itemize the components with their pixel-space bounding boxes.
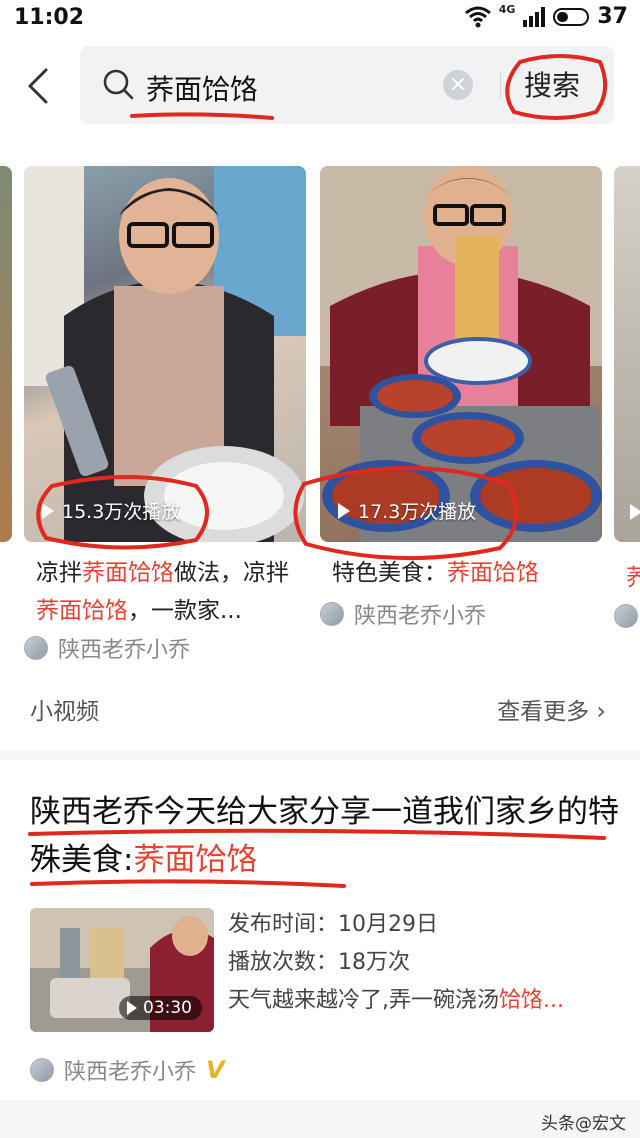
avatar <box>320 602 344 626</box>
play-count-text: 17.3万次播放 <box>358 501 477 523</box>
video-thumbnail-partial-left[interactable] <box>0 166 12 542</box>
see-more-link[interactable]: 查看更多 › <box>497 692 606 726</box>
video-title[interactable]: 特色美食：荞面饸饹 <box>332 554 602 592</box>
play-icon <box>42 502 54 519</box>
play-icon <box>630 504 640 520</box>
avatar <box>24 636 48 660</box>
duration-text: 03:30 <box>143 998 192 1018</box>
clear-icon[interactable]: × <box>443 70 473 100</box>
search-button[interactable]: 搜索 <box>524 64 580 104</box>
video-thumbnail-image <box>320 166 602 542</box>
watermark: 头条@宏文 <box>541 1114 626 1134</box>
author-name: 陕西老乔小乔 <box>354 604 487 629</box>
video-article-card[interactable]: 陕西老乔今天给大家分享一道我们家乡的特殊美食:荞面饸饹 03:30 发布时间：1… <box>0 760 640 1100</box>
back-arrow-icon[interactable] <box>22 66 58 106</box>
article-title[interactable]: 陕西老乔今天给大家分享一道我们家乡的特殊美食:荞面饸饹 <box>30 788 620 884</box>
verified-badge-icon: V <box>206 1056 225 1084</box>
status-time: 11:02 <box>14 5 85 30</box>
battery-icon <box>553 7 590 26</box>
play-icon <box>338 502 350 519</box>
video-author[interactable]: 陕西老乔小乔 <box>24 632 190 664</box>
see-more-text: 查看更多 <box>497 699 590 725</box>
play-count: 17.3万次播放 <box>338 497 476 524</box>
search-header: 荞面饸饹 × 搜索 <box>0 36 640 136</box>
author-name: 陕西老乔小乔 <box>58 638 191 663</box>
publish-time: 发布时间：10月29日 <box>228 912 438 937</box>
video-author[interactable]: 陕西老乔小乔 <box>320 598 486 630</box>
chevron-right-icon: › <box>596 697 606 725</box>
play-count-text: 15.3万次播放 <box>62 501 181 523</box>
wifi-icon <box>464 6 491 27</box>
signal-icon <box>523 6 546 27</box>
avatar <box>614 604 638 628</box>
video-duration: 03:30 <box>119 996 202 1020</box>
author-name: 陕西老乔小乔 <box>64 1060 197 1085</box>
video-title[interactable]: 凉拌荞面饸饹做法，凉拌荞面饸饹，一款家... <box>36 554 300 630</box>
search-input[interactable]: 荞面饸饹 × 搜索 <box>80 46 614 124</box>
small-video-section: 15.3万次播放 17.3万次播放 凉拌荞面饸饹做法，凉拌荞面饸饹，一款家...… <box>0 136 640 750</box>
video-thumbnail[interactable]: 17.3万次播放 <box>320 166 602 542</box>
article-thumbnail[interactable]: 03:30 <box>30 908 214 1032</box>
play-icon <box>127 1001 137 1015</box>
video-thumbnail[interactable]: 15.3万次播放 <box>24 166 306 542</box>
section-label: 小视频 <box>30 699 99 725</box>
search-icon <box>103 69 134 100</box>
network-type-label: 4G <box>498 3 516 16</box>
article-description: 天气越来越冷了,弄一碗浇汤饸饹... <box>228 988 564 1013</box>
status-bar: 11:02 4G 37 <box>0 0 640 36</box>
article-author[interactable]: 陕西老乔小乔 V <box>30 1054 225 1086</box>
video-thumbnail-partial-right[interactable] <box>614 166 640 542</box>
video-title-partial: 荞 <box>626 565 640 588</box>
video-thumbnail-image <box>24 166 306 542</box>
divider <box>500 72 501 98</box>
play-count: 播放次数：18万次 <box>228 950 410 975</box>
search-query[interactable]: 荞面饸饹 <box>146 68 258 108</box>
battery-level: 37 <box>597 4 628 29</box>
avatar <box>30 1058 54 1082</box>
play-count: 15.3万次播放 <box>42 497 180 524</box>
status-icons: 4G 37 <box>464 3 628 29</box>
